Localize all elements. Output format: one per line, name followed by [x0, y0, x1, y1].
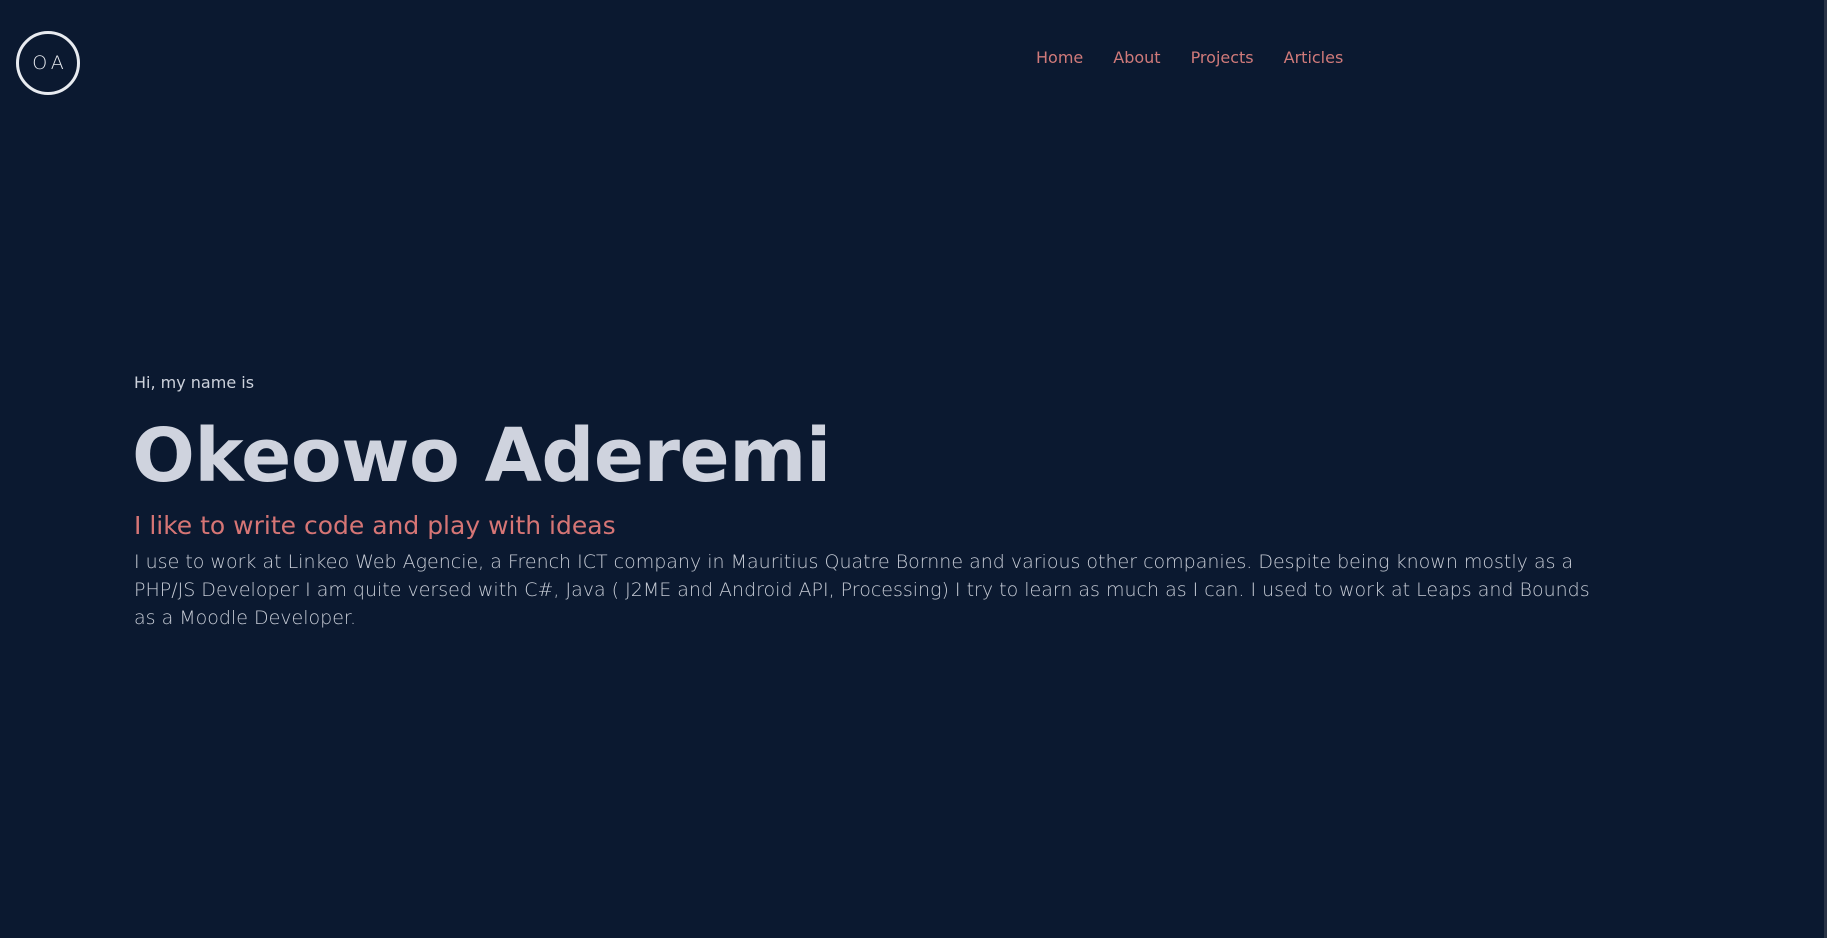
- logo-initials: OA: [32, 52, 68, 74]
- hero-bio: I use to work at Linkeo Web Agencie, a F…: [134, 551, 1590, 629]
- hero-intro: Hi, my name is: [134, 373, 255, 392]
- logo-link[interactable]: OA: [16, 31, 80, 95]
- main-nav: Home About Projects Articles: [1036, 46, 1373, 70]
- nav-link-articles[interactable]: Articles: [1284, 46, 1344, 70]
- nav-link-projects[interactable]: Projects: [1191, 46, 1254, 70]
- hero-tagline: I like to write code and play with ideas: [134, 511, 616, 540]
- nav-link-home[interactable]: Home: [1036, 46, 1083, 70]
- nav-link-about[interactable]: About: [1113, 46, 1160, 70]
- hero-name: Okeowo Aderemi: [132, 413, 831, 499]
